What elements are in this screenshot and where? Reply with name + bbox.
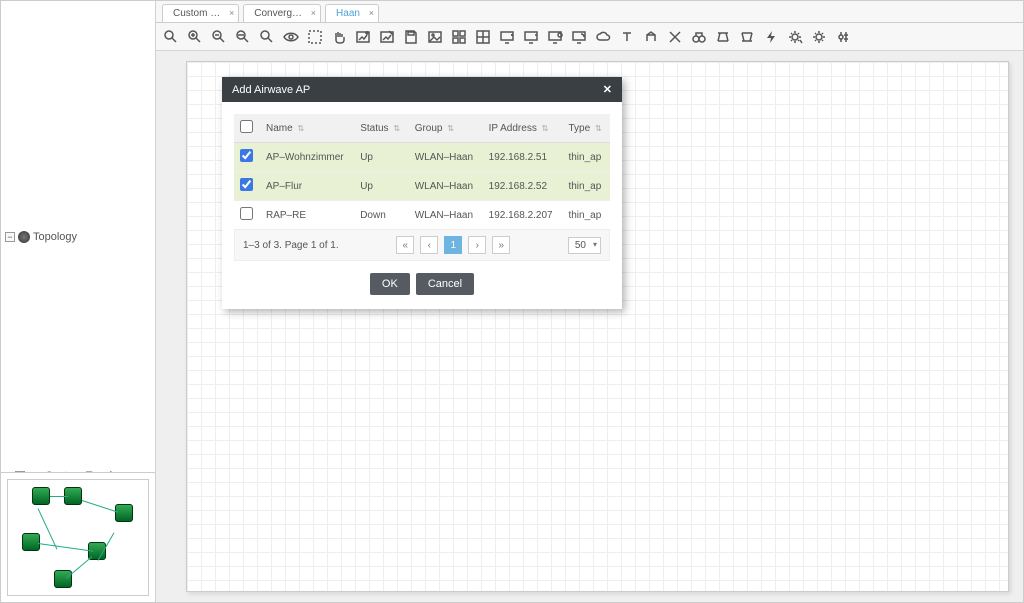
tab-converg[interactable]: Converg… × [243,4,321,22]
pager-page-1[interactable]: 1 [444,236,462,254]
cell-group: WLAN–Haan [409,201,483,230]
topology-canvas[interactable]: Add Airwave AP ✕ Name ⇅Status ⇅Group ⇅IP… [186,61,1009,592]
pager-last[interactable]: » [492,236,510,254]
pager-row: 1–3 of 3. Page 1 of 1. « ‹ 1 › » 50 [234,230,610,261]
zoom-select-icon[interactable] [162,28,180,46]
collapse-icon[interactable]: − [5,232,15,242]
col-group[interactable]: Group ⇅ [409,114,483,143]
arrange-icon[interactable] [474,28,492,46]
tree-root[interactable]: − Topology [3,5,153,468]
pager-summary: 1–3 of 3. Page 1 of 1. [243,240,339,251]
minimap [1,472,155,602]
hand-icon[interactable] [330,28,348,46]
table-row[interactable]: AP–WohnzimmerUpWLAN–Haan192.168.2.51thin… [234,143,610,172]
dialog-title: Add Airwave AP [232,84,310,96]
zoom-in-icon[interactable] [186,28,204,46]
image-add-icon[interactable] [354,28,372,46]
cell-ip: 192.168.2.51 [483,143,563,172]
minimap-canvas[interactable] [7,479,149,596]
cell-ip: 192.168.2.52 [483,172,563,201]
tab-haan[interactable]: Haan × [325,4,379,22]
cell-group: WLAN–Haan [409,143,483,172]
bolt-icon[interactable] [762,28,780,46]
pager-controls: « ‹ 1 › » [396,236,510,254]
cell-ip: 192.168.2.207 [483,201,563,230]
sort-icon: ⇅ [447,124,454,133]
cell-status: Up [354,172,408,201]
image-edit-icon[interactable] [378,28,396,46]
screen-net-icon[interactable] [546,28,564,46]
cell-type: thin_ap [562,201,610,230]
gear-icon[interactable] [810,28,828,46]
tab-label: Custom … [173,8,220,19]
select-all-checkbox[interactable] [240,120,253,133]
cell-type: thin_ap [562,172,610,201]
ok-button[interactable]: OK [370,273,410,295]
screen-add-icon[interactable] [498,28,516,46]
col-name[interactable]: Name ⇅ [260,114,354,143]
close-icon[interactable]: ✕ [603,83,612,96]
cell-name: AP–Wohnzimmer [260,143,354,172]
cell-name: RAP–RE [260,201,354,230]
tree-root-label: Topology [33,231,77,243]
gear-filter-icon[interactable] [786,28,804,46]
zoom-fit-icon[interactable] [234,28,252,46]
ws-bottom-icon[interactable] [738,28,756,46]
cell-group: WLAN–Haan [409,172,483,201]
sort-icon: ⇅ [595,124,602,133]
link-cross-icon[interactable] [666,28,684,46]
link-top-icon[interactable] [642,28,660,46]
sidebar: − Topology +Custom Topology+IP Topology+… [1,1,156,602]
sort-icon: ⇅ [393,124,400,133]
close-icon[interactable]: × [229,8,234,18]
tab-label: Converg… [254,8,302,19]
screen-sub-icon[interactable] [522,28,540,46]
col-type[interactable]: Type ⇅ [562,114,610,143]
eye-icon[interactable] [282,28,300,46]
pager-prev[interactable]: ‹ [420,236,438,254]
zoom-out-icon[interactable] [210,28,228,46]
ap-table: Name ⇅Status ⇅Group ⇅IP Address ⇅Type ⇅ … [234,114,610,230]
table-row[interactable]: RAP–REDownWLAN–Haan192.168.2.207thin_ap [234,201,610,230]
row-checkbox[interactable] [240,149,253,162]
dialog-header: Add Airwave AP ✕ [222,77,622,102]
col-ipaddress[interactable]: IP Address ⇅ [483,114,563,143]
cell-status: Down [354,201,408,230]
cancel-button[interactable]: Cancel [416,273,474,295]
save-icon[interactable] [402,28,420,46]
col-status[interactable]: Status ⇅ [354,114,408,143]
cell-type: thin_ap [562,143,610,172]
gear-sliders-icon[interactable] [834,28,852,46]
add-airwave-ap-dialog: Add Airwave AP ✕ Name ⇅Status ⇅Group ⇅IP… [222,77,622,309]
sort-icon: ⇅ [542,124,549,133]
tabstrip: Custom … × Converg… × Haan × [156,1,1023,23]
binoculars-icon[interactable] [690,28,708,46]
cell-name: AP–Flur [260,172,354,201]
text-icon[interactable] [618,28,636,46]
row-checkbox[interactable] [240,178,253,191]
pager-first[interactable]: « [396,236,414,254]
page-size-select[interactable]: 50 [568,237,601,254]
cloud-icon[interactable] [594,28,612,46]
picture-icon[interactable] [426,28,444,46]
close-icon[interactable]: × [311,8,316,18]
close-icon[interactable]: × [369,8,374,18]
ws-top-icon[interactable] [714,28,732,46]
tab-label: Haan [336,8,360,19]
tab-custom[interactable]: Custom … × [162,4,239,22]
table-row[interactable]: AP–FlurUpWLAN–Haan192.168.2.52thin_ap [234,172,610,201]
toolbar [156,23,1023,51]
cell-status: Up [354,143,408,172]
grid-icon[interactable] [450,28,468,46]
sort-icon: ⇅ [297,124,304,133]
pager-next[interactable]: › [468,236,486,254]
main-area: Custom … × Converg… × Haan × Add Airwave AP ✕… [156,1,1023,602]
zoom-reset-icon[interactable] [258,28,276,46]
topology-tree: − Topology +Custom Topology+IP Topology+… [1,1,155,472]
row-checkbox[interactable] [240,207,253,220]
screen-wifi-icon[interactable] [570,28,588,46]
marquee-icon[interactable] [306,28,324,46]
